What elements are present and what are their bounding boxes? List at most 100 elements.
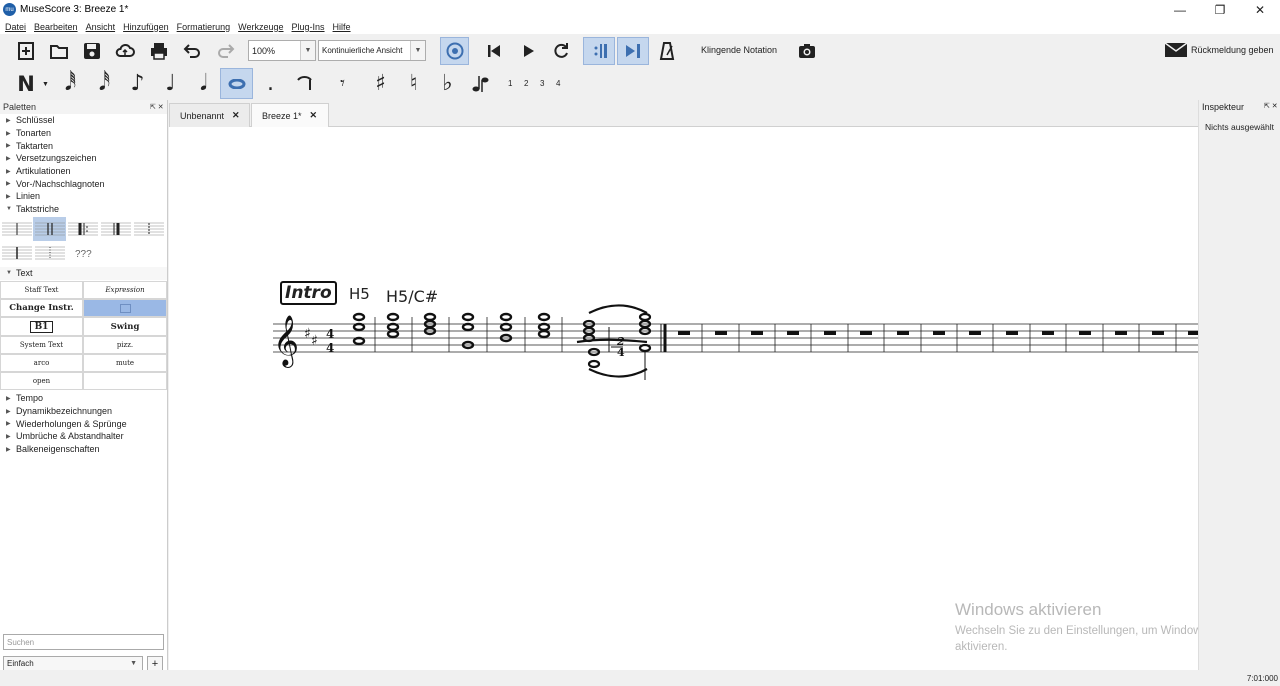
close-tab-icon[interactable]: ✕	[310, 110, 318, 121]
text-cell-arco[interactable]: arco	[0, 354, 83, 372]
palette-section-taktstriche[interactable]: ▼ Taktstriche	[0, 203, 167, 216]
window-title: MuseScore 3: Breeze 1*	[20, 4, 129, 15]
palette-section-vorschlagnoten[interactable]: ▶ Vor-/Nachschlagnoten	[0, 177, 167, 190]
palette-section-schluessel[interactable]: ▶ Schlüssel	[0, 114, 167, 127]
voice-2-button[interactable]: 2	[524, 79, 528, 88]
menu-bearbeiten[interactable]: Bearbeiten	[34, 22, 78, 32]
view-mode-combobox[interactable]: Kontinuierliche Ansicht ▼	[318, 40, 426, 61]
staff-notation[interactable]: 𝄞 ♯ ♯ 4 4 2 4	[169, 127, 1198, 670]
32nd-note-icon[interactable]: 𝅘𝅥𝅰	[88, 67, 121, 100]
undo-icon[interactable]	[179, 38, 205, 64]
triangle-right-icon: ▶	[6, 181, 11, 188]
menu-plugins[interactable]: Plug-Ins	[292, 22, 325, 32]
tab-breeze[interactable]: Breeze 1* ✕	[251, 103, 329, 127]
64th-note-icon[interactable]: 𝅘𝅥𝅱	[54, 67, 87, 100]
menu-werkzeuge[interactable]: Werkzeuge	[238, 22, 283, 32]
camera-icon[interactable]	[794, 38, 820, 64]
natural-icon[interactable]: ♮	[397, 67, 430, 100]
text-cell-staff-text[interactable]: Staff Text	[0, 281, 83, 299]
palette-section-umbrueche[interactable]: ▶ Umbrüche & Abstandhalter	[0, 430, 167, 443]
palette-section-text[interactable]: ▼ Text	[0, 267, 167, 280]
close-window-icon[interactable]: ✕	[1240, 0, 1280, 19]
print-icon[interactable]	[146, 38, 172, 64]
text-cell-change-instr[interactable]: Change Instr.	[0, 299, 83, 317]
workspace-value: Einfach	[7, 659, 34, 668]
tab-unbenannt[interactable]: Unbenannt ✕	[169, 103, 250, 127]
text-cell-pizz[interactable]: pizz.	[83, 336, 167, 354]
palette-section-taktarten[interactable]: ▶ Taktarten	[0, 139, 167, 152]
palette-section-artikulationen[interactable]: ▶ Artikulationen	[0, 165, 167, 178]
menu-ansicht[interactable]: Ansicht	[86, 22, 116, 32]
save-icon[interactable]	[79, 38, 105, 64]
palette-header: Paletten ⇱ ✕	[0, 100, 167, 114]
note-input-n-icon[interactable]: N	[13, 67, 39, 100]
text-cell-rehearsal[interactable]: B1	[0, 317, 83, 336]
undock-icon[interactable]: ⇱ ✕	[150, 103, 164, 111]
open-folder-icon[interactable]	[46, 38, 72, 64]
flat-icon[interactable]: ♭	[431, 67, 464, 100]
add-workspace-button[interactable]: +	[147, 656, 163, 671]
triangle-right-icon: ▶	[6, 117, 11, 124]
text-cell-swing[interactable]: Swing	[83, 317, 167, 336]
menu-formatierung[interactable]: Formatierung	[177, 22, 231, 32]
barline-unknown-cell[interactable]: ???	[75, 249, 92, 260]
palette-section-balken[interactable]: ▶ Balkeneigenschaften	[0, 443, 167, 456]
triangle-right-icon: ▶	[6, 446, 11, 453]
half-note-icon[interactable]: 𝅘𝅥	[187, 67, 220, 100]
palette-section-versetzungszeichen[interactable]: ▶ Versetzungszeichen	[0, 152, 167, 165]
text-cell-selected[interactable]	[83, 299, 167, 317]
triangle-down-icon: ▼	[6, 206, 12, 213]
loop-icon[interactable]	[548, 38, 574, 64]
tie-icon[interactable]	[288, 67, 321, 100]
score-canvas[interactable]: Intro H5 H5/C# 𝄞 ♯ ♯ 4 4 2 4 Windows akt…	[169, 127, 1223, 670]
triangle-down-icon: ▼	[6, 270, 12, 277]
palette-section-tonarten[interactable]: ▶ Tonarten	[0, 127, 167, 140]
svg-text:4: 4	[326, 341, 334, 355]
cloud-upload-icon[interactable]	[112, 38, 138, 64]
quarter-note-icon[interactable]: ♩	[154, 67, 187, 100]
triangle-right-icon: ▶	[6, 168, 11, 175]
redo-icon[interactable]	[213, 38, 239, 64]
flip-direction-icon[interactable]	[464, 67, 497, 100]
eighth-note-icon[interactable]: ♪	[121, 67, 154, 100]
augmentation-dot-icon[interactable]: .	[254, 67, 287, 100]
undock-icon[interactable]: ⇱ ✕	[1264, 102, 1278, 110]
menu-datei[interactable]: Datei	[5, 22, 26, 32]
feedback-button[interactable]: Rückmeldung geben	[1164, 42, 1274, 58]
minimize-icon[interactable]: —	[1160, 0, 1200, 19]
palette-panel: Paletten ⇱ ✕ ▶ Schlüssel ▶ Tonarten ▶ Takta…	[0, 100, 168, 670]
workspace-select[interactable]: Einfach ▼	[3, 656, 143, 671]
note-input-mode-icon[interactable]	[440, 37, 469, 65]
metronome-icon[interactable]	[654, 38, 680, 64]
whole-note-icon[interactable]	[220, 68, 253, 99]
pan-score-icon[interactable]	[617, 37, 649, 65]
new-score-icon[interactable]	[13, 38, 39, 64]
play-icon[interactable]	[515, 38, 541, 64]
palette-section-dynamik[interactable]: ▶ Dynamikbezeichnungen	[0, 405, 167, 418]
sharp-icon[interactable]: ♯	[364, 67, 397, 100]
close-tab-icon[interactable]: ✕	[232, 110, 240, 121]
text-cell-expression[interactable]: Expression	[83, 281, 167, 299]
text-cell-empty[interactable]	[83, 372, 167, 390]
menu-hilfe[interactable]: Hilfe	[333, 22, 351, 32]
voice-1-button[interactable]: 1	[508, 79, 512, 88]
rest-icon[interactable]: 𝄾	[326, 67, 359, 100]
restore-icon[interactable]: ❐	[1200, 0, 1240, 19]
menu-hinzufuegen[interactable]: Hinzufügen	[123, 22, 169, 32]
voice-4-button[interactable]: 4	[556, 79, 560, 88]
palette-search-input[interactable]: Suchen	[3, 634, 164, 650]
text-cell-mute[interactable]: mute	[83, 354, 167, 372]
voice-3-button[interactable]: 3	[540, 79, 544, 88]
text-cell-open[interactable]: open	[0, 372, 83, 390]
zoom-combobox[interactable]: 100% ▼	[248, 40, 316, 61]
text-cell-system-text[interactable]: System Text	[0, 336, 83, 354]
palette-section-wiederholungen[interactable]: ▶ Wiederholungen & Sprünge	[0, 417, 167, 430]
concert-pitch-toggle[interactable]: Klingende Notation	[701, 45, 777, 55]
repeat-playback-icon[interactable]	[583, 37, 615, 65]
rewind-icon[interactable]	[481, 38, 507, 64]
palette-section-tempo[interactable]: ▶ Tempo	[0, 392, 167, 405]
menu-bar: Datei Bearbeiten Ansicht Hinzufügen Form…	[0, 19, 1280, 34]
chevron-down-icon: ▼	[300, 41, 315, 60]
palette-section-linien[interactable]: ▶ Linien	[0, 190, 167, 203]
chevron-down-icon[interactable]: ▼	[42, 81, 49, 88]
